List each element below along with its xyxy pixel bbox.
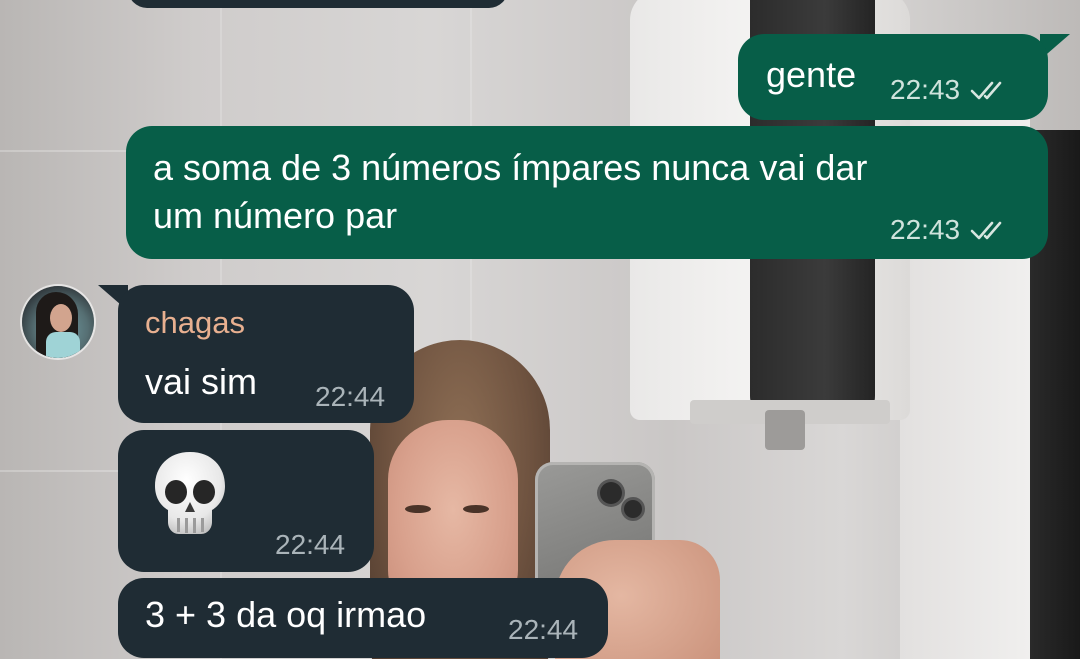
message-time: 22:43 (890, 214, 961, 245)
incoming-message-bubble[interactable]: 3 + 3 da oq irmao 22:44 (118, 578, 608, 658)
message-meta: 22:44 (508, 614, 578, 646)
message-time: 22:44 (315, 381, 386, 412)
message-time: 22:44 (508, 614, 579, 645)
message-meta: 22:43 (890, 74, 1010, 106)
message-text: vai sim (145, 361, 258, 402)
message-time: 22:43 (890, 74, 961, 105)
message-time: 22:44 (275, 529, 346, 560)
double-check-icon (970, 78, 1010, 102)
previous-message-bubble[interactable] (128, 0, 508, 8)
skull-icon (152, 450, 228, 543)
sender-name[interactable]: chagas (145, 305, 245, 341)
message-meta: 22:44 (275, 529, 345, 561)
outgoing-message-bubble[interactable]: a soma de 3 números ímpares nunca vai da… (126, 126, 1048, 259)
message-text-line: um número par (153, 195, 398, 236)
message-text-line: a soma de 3 números ímpares nunca vai da… (153, 147, 868, 188)
message-text: gente (766, 54, 857, 95)
contact-avatar[interactable] (22, 286, 94, 358)
incoming-message-bubble[interactable]: 22:44 (118, 430, 374, 572)
message-meta: 22:44 (315, 381, 385, 413)
double-check-icon (970, 218, 1010, 242)
chat-messages[interactable]: gente 22:43 a soma de 3 números ímpares … (0, 0, 1080, 659)
message-meta: 22:43 (890, 214, 1010, 246)
message-text: 3 + 3 da oq irmao (145, 594, 427, 635)
outgoing-message-bubble[interactable]: gente 22:43 (738, 34, 1048, 120)
incoming-message-bubble[interactable]: chagas vai sim 22:44 (118, 285, 414, 423)
